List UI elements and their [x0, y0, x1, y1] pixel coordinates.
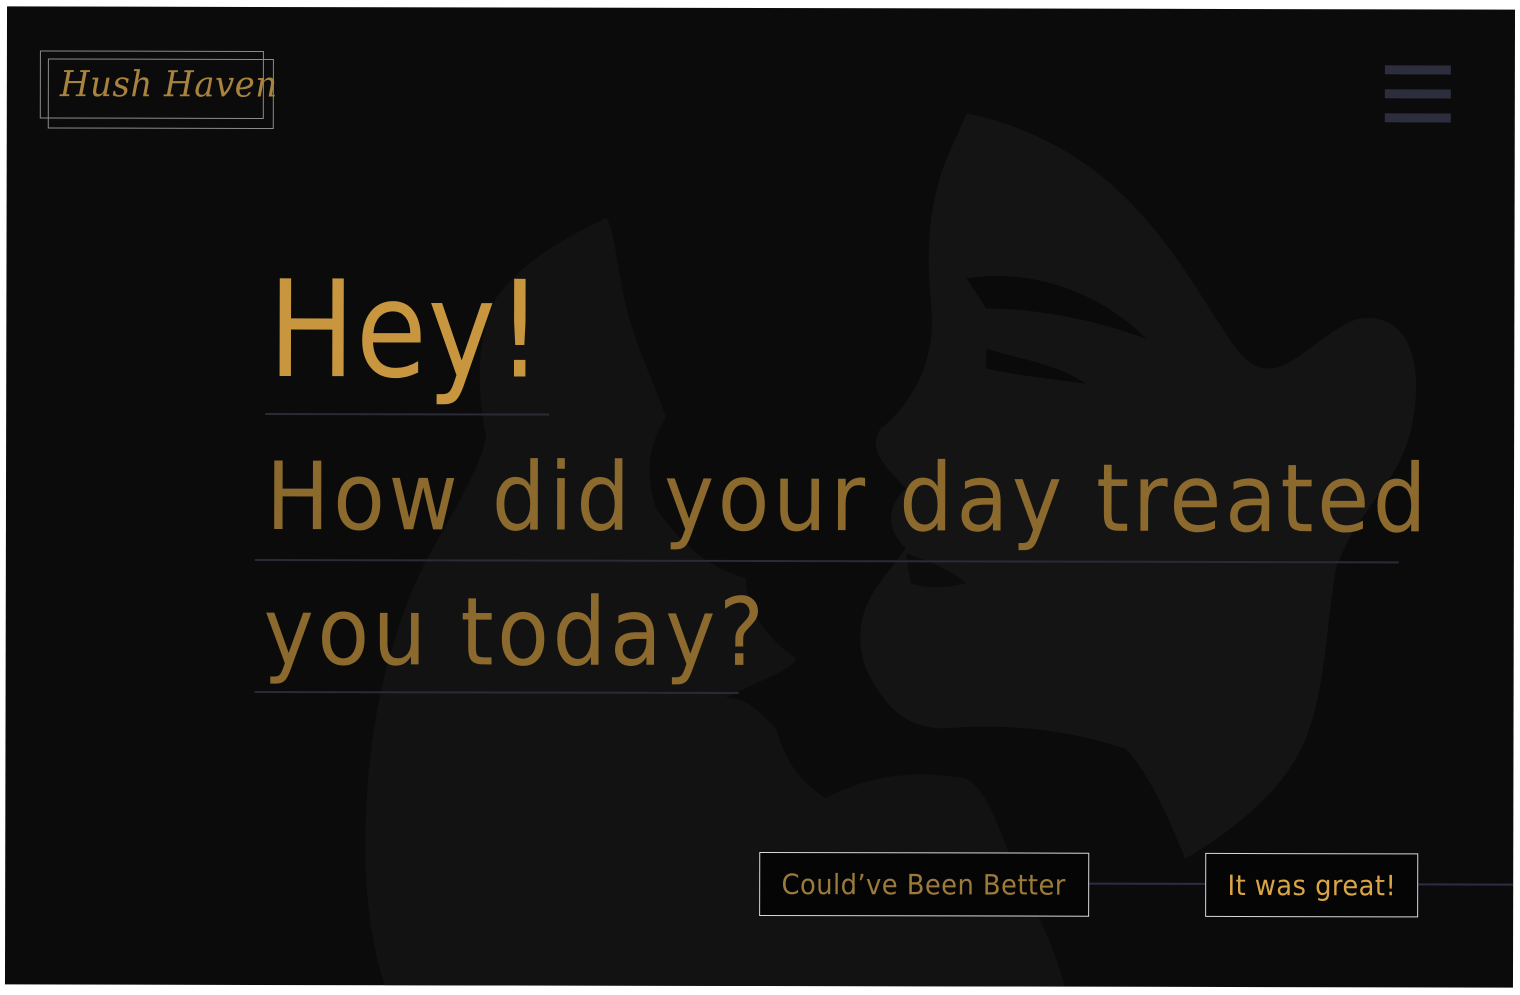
button-trailing-line	[1415, 883, 1514, 886]
button-connector-line	[1085, 882, 1206, 885]
it-was-great-label: It was great!	[1227, 868, 1397, 902]
greeting-heading: Hey!	[268, 251, 544, 409]
logo-text: Hush Haven	[59, 63, 278, 106]
it-was-great-button[interactable]: It was great!	[1205, 852, 1419, 918]
question-line-2: you today?	[263, 577, 768, 689]
greeting-underline	[265, 412, 550, 416]
page-canvas: Hush Haven Hey! How did your day treated…	[4, 6, 1516, 988]
brand-logo[interactable]: Hush Haven	[39, 50, 278, 129]
menu-bar-top	[1384, 65, 1451, 75]
menu-bar-middle	[1384, 89, 1451, 99]
menu-bar-bottom	[1384, 113, 1451, 123]
could-have-been-better-button[interactable]: Could’ve Been Better	[759, 851, 1090, 917]
question-line-1: How did your day treated	[265, 442, 1431, 555]
could-have-been-better-label: Could’ve Been Better	[782, 867, 1067, 902]
question-underline-2	[254, 690, 739, 694]
hamburger-menu-icon[interactable]	[1384, 65, 1451, 125]
question-underline-1	[254, 558, 1399, 564]
